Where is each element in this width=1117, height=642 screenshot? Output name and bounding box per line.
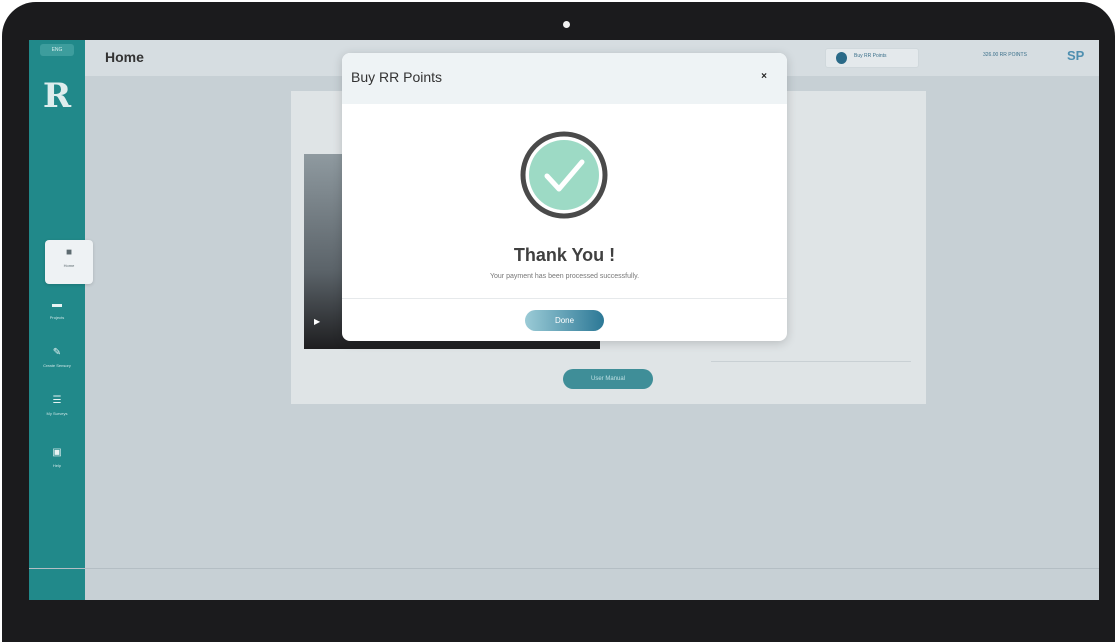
success-check-icon (520, 131, 608, 219)
modal-title: Buy RR Points (351, 69, 443, 85)
sidebar-item-my-surveys[interactable]: ☰ My Surveys (29, 388, 85, 432)
done-button[interactable]: Done (525, 310, 604, 331)
sidebar-item-help[interactable]: ▣ Help (29, 440, 85, 484)
help-icon: ▣ (52, 447, 62, 458)
close-icon[interactable]: × (758, 71, 770, 83)
divider (342, 298, 787, 299)
avatar[interactable]: SP (1067, 48, 1084, 63)
sidebar-item-label: Create Sensory (43, 363, 71, 368)
sidebar-item-label: Help (52, 463, 62, 468)
success-message: Your payment has been processed successf… (489, 273, 640, 280)
camera-dot (563, 21, 570, 28)
success-heading: Thank You ! (513, 245, 616, 265)
brand-logo: R (42, 76, 72, 116)
buy-points-label: Buy RR Points (854, 53, 887, 59)
buy-points-modal: Buy RR Points × Thank You ! Your payment… (342, 53, 787, 341)
sidebar-item-create-sensory[interactable]: ✎ Create Sensory (29, 340, 85, 384)
sidebar-item-label: Home (63, 263, 75, 268)
modal-header: Buy RR Points × (342, 53, 787, 104)
user-manual-button[interactable]: User Manual (563, 369, 653, 389)
sidebar-item-projects[interactable]: ▬ Projects (29, 292, 85, 336)
folder-icon: ▬ (52, 299, 62, 310)
pencil-icon: ✎ (52, 347, 62, 358)
buy-points-button[interactable]: Buy RR Points (825, 48, 919, 68)
sidebar-item-home[interactable]: ■ Home (45, 240, 93, 284)
sidebar-item-label: My Surveys (46, 411, 68, 416)
play-icon[interactable]: ▶ (314, 317, 320, 326)
coin-icon (836, 52, 847, 64)
divider (711, 361, 911, 362)
page-title: Home (105, 49, 144, 65)
language-selector[interactable]: ENG (40, 44, 74, 56)
list-icon: ☰ (52, 395, 62, 406)
sidebar-item-label: Projects (49, 315, 65, 320)
divider (29, 568, 1099, 569)
points-balance: 326.00 RR POINTS (983, 52, 1027, 58)
home-icon: ■ (65, 247, 73, 258)
sidebar: ENG R ■ Home ▬ Projects ✎ Create Sensory… (29, 40, 93, 600)
